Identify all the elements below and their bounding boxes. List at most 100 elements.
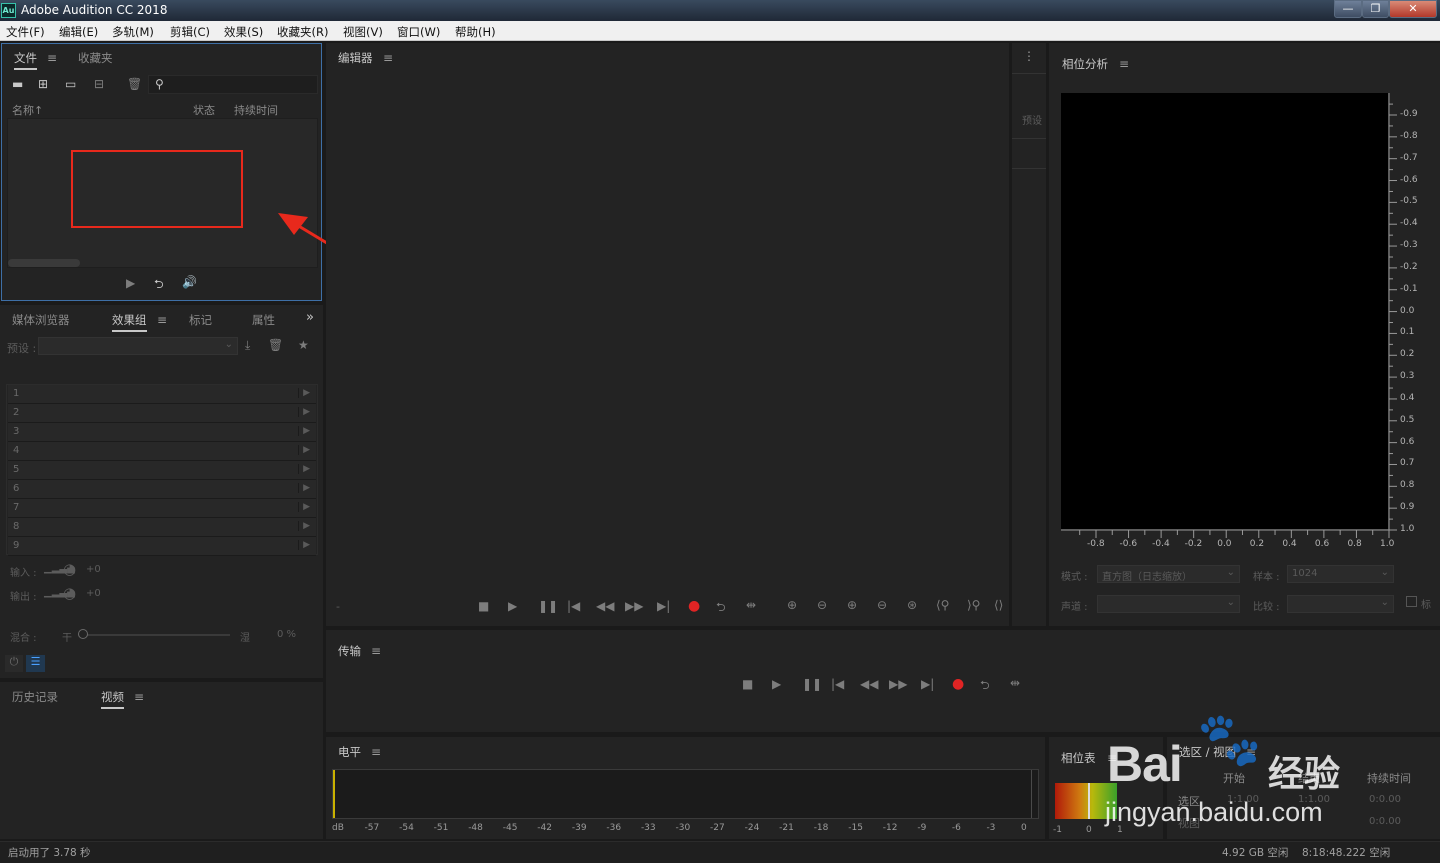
view-duration-value[interactable]: 0:0.00	[1369, 816, 1401, 827]
menu-help[interactable]: 帮助(H)	[455, 24, 496, 40]
slot-arrow-icon[interactable]: ▶	[298, 521, 310, 531]
zoom-selection-icon[interactable]: ⟨⟩	[994, 598, 1003, 612]
slot-arrow-icon[interactable]: ▶	[298, 388, 310, 398]
save-preset-icon[interactable]: ⤓	[245, 338, 250, 353]
maximize-button[interactable]: ❐	[1362, 0, 1389, 18]
slot-arrow-icon[interactable]: ▶	[298, 407, 310, 417]
effect-slot[interactable]: 2 ▶	[8, 404, 316, 423]
pause-icon[interactable]: ❚❚	[538, 599, 558, 613]
more-tabs-icon[interactable]: »	[306, 310, 314, 325]
transport-menu-icon[interactable]: ≡	[371, 644, 381, 658]
zoom-out-time-icon[interactable]: ⊖	[877, 598, 887, 612]
zoom-out-amplitude-icon[interactable]: ⊖	[817, 598, 827, 612]
transport-loop-icon[interactable]: ⮌	[980, 676, 990, 697]
fast-forward-icon[interactable]: ▶▶	[625, 599, 643, 613]
new-file-icon[interactable]: ▭	[65, 77, 76, 91]
vertical-menu-icon[interactable]: ⋮	[1023, 49, 1035, 63]
effect-slot[interactable]: 9 ▶	[8, 537, 316, 556]
selection-view-menu-icon[interactable]: ≡	[1246, 745, 1256, 759]
selection-start-value[interactable]: 1:1.00	[1227, 794, 1259, 805]
rewind-icon[interactable]: ◀◀	[596, 599, 614, 613]
transport-record-icon[interactable]: ●	[952, 676, 964, 692]
files-panel-menu-icon[interactable]: ≡	[47, 51, 57, 65]
slot-arrow-icon[interactable]: ▶	[298, 502, 310, 512]
record-icon[interactable]: ●	[688, 598, 700, 614]
effect-slot[interactable]: 7 ▶	[8, 499, 316, 518]
transport-play-icon[interactable]: ▶	[772, 677, 781, 691]
phase-meter-menu-icon[interactable]: ≡	[1107, 751, 1117, 765]
compare-dropdown[interactable]: ⌄	[1287, 595, 1394, 613]
tab-video[interactable]: 视频	[101, 689, 124, 709]
preset-dropdown[interactable]: ⌄	[38, 337, 238, 355]
file-list-scrollbar[interactable]	[8, 259, 80, 267]
column-status[interactable]: 状态	[193, 102, 215, 118]
tab-media-browser[interactable]: 媒体浏览器	[12, 312, 70, 328]
levels-menu-icon[interactable]: ≡	[371, 745, 381, 759]
stop-icon[interactable]: ■	[478, 599, 489, 613]
effect-slot[interactable]: 8 ▶	[8, 518, 316, 537]
editor-menu-icon[interactable]: ≡	[383, 51, 393, 65]
channel-dropdown[interactable]: ⌄	[1097, 595, 1240, 613]
menu-clip[interactable]: 剪辑(C)	[170, 24, 210, 40]
loop-preview-icon[interactable]: ⮌	[154, 275, 164, 296]
transport-fast-forward-icon[interactable]: ▶▶	[889, 677, 907, 691]
insert-icon[interactable]: ⊟	[94, 77, 104, 91]
column-duration[interactable]: 持续时间	[234, 102, 278, 118]
autoplay-speaker-icon[interactable]: 🔊	[182, 275, 197, 289]
transport-rewind-icon[interactable]: ◀◀	[860, 677, 878, 691]
tab-files[interactable]: 文件	[14, 50, 37, 70]
open-file-icon[interactable]: ▬	[12, 77, 23, 91]
slot-arrow-icon[interactable]: ▶	[298, 483, 310, 493]
close-button[interactable]: ✕	[1389, 0, 1437, 18]
transport-pause-icon[interactable]: ❚❚	[802, 677, 822, 691]
tab-properties[interactable]: 属性	[252, 312, 275, 328]
skip-start-icon[interactable]: |◀	[567, 599, 580, 613]
loop-icon[interactable]: ⮌	[716, 598, 726, 619]
samples-dropdown[interactable]: 1024 ⌄	[1287, 565, 1394, 583]
input-knob-icon[interactable]: ◔	[63, 560, 76, 578]
tab-effects-rack[interactable]: 效果组	[112, 312, 147, 332]
list-view-icon[interactable]: ☰	[26, 655, 45, 672]
mode-dropdown[interactable]: 直方图（日志缩放） ⌄	[1097, 565, 1240, 583]
effect-slot[interactable]: 5 ▶	[8, 461, 316, 480]
slot-arrow-icon[interactable]: ▶	[298, 540, 310, 550]
compare-checkbox[interactable]	[1406, 596, 1417, 607]
selection-duration-value[interactable]: 0:0.00	[1369, 794, 1401, 805]
selection-end-value[interactable]: 1:1.00	[1298, 794, 1330, 805]
transport-stop-icon[interactable]: ■	[742, 677, 753, 691]
transport-skip-end-icon[interactable]: ▶|	[921, 677, 934, 691]
favorite-star-icon[interactable]: ★	[298, 338, 309, 352]
zoom-full-icon[interactable]: ⊛	[907, 598, 917, 612]
output-knob-icon[interactable]: ◔	[63, 584, 76, 602]
zoom-in-point-icon[interactable]: ⟨⚲	[936, 598, 949, 612]
import-file-icon[interactable]: ⊞	[38, 77, 48, 91]
slot-arrow-icon[interactable]: ▶	[298, 426, 310, 436]
effect-slot[interactable]: 3 ▶	[8, 423, 316, 442]
zoom-in-time-icon[interactable]: ⊕	[847, 598, 857, 612]
skip-end-icon[interactable]: ▶|	[657, 599, 670, 613]
tab-favorites[interactable]: 收藏夹	[78, 50, 113, 66]
video-panel-menu-icon[interactable]: ≡	[134, 690, 144, 704]
power-icon[interactable]: ⏻	[5, 655, 23, 672]
tab-history[interactable]: 历史记录	[12, 689, 58, 705]
play-preview-icon[interactable]: ▶	[126, 276, 135, 290]
zoom-in-amplitude-icon[interactable]: ⊕	[787, 598, 797, 612]
delete-preset-icon[interactable]: 🗑	[268, 338, 283, 352]
file-search-input[interactable]: ⚲	[148, 75, 318, 94]
effects-rack-menu-icon[interactable]: ≡	[157, 313, 167, 327]
menu-window[interactable]: 窗口(W)	[397, 24, 440, 40]
slot-arrow-icon[interactable]: ▶	[298, 464, 310, 474]
preset-side-label[interactable]: 预设	[1022, 112, 1042, 127]
menu-view[interactable]: 视图(V)	[343, 24, 383, 40]
menu-favorites[interactable]: 收藏夹(R)	[277, 24, 328, 40]
play-icon[interactable]: ▶	[508, 599, 517, 613]
skip-selection-icon[interactable]: ⇹	[746, 598, 756, 612]
menu-file[interactable]: 文件(F)	[6, 24, 45, 40]
mix-slider-handle[interactable]	[78, 629, 88, 639]
menu-effects[interactable]: 效果(S)	[224, 24, 263, 40]
mix-slider[interactable]	[82, 634, 230, 636]
effect-slot[interactable]: 1 ▶	[8, 385, 316, 404]
menu-multitrack[interactable]: 多轨(M)	[112, 24, 154, 40]
transport-skip-start-icon[interactable]: |◀	[831, 677, 844, 691]
delete-icon[interactable]: 🗑	[127, 77, 142, 91]
